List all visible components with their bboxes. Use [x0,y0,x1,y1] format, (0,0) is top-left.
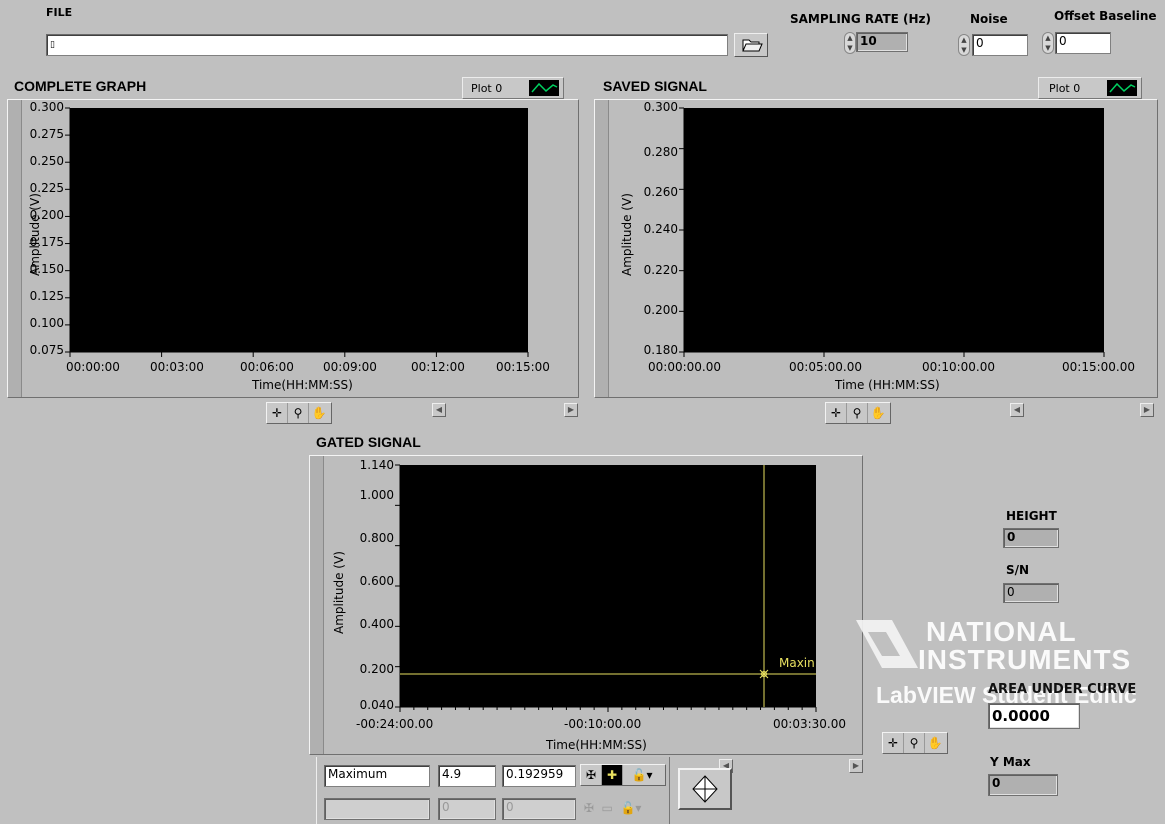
cursor2-x-input: 0 [438,798,496,820]
cursor-y-input[interactable]: 0.192959 [502,765,576,787]
height-value: 0 [1003,528,1059,548]
gated-signal-y-label: Amplitude (V) [332,551,346,634]
watermark-instruments: INSTRUMENTS [918,644,1132,675]
cursor-x-input[interactable]: 4.9 [438,765,496,787]
y-tick: 1.000 [359,488,394,502]
sn-label: S/N [1006,563,1030,577]
pan-hand-icon[interactable]: ✋ [925,733,945,753]
y-tick: 0.040 [359,698,394,712]
cursor-style-icon[interactable]: ✚ [602,765,623,785]
gated-signal-x-label: Time(HH:MM:SS) [546,738,647,752]
cursor-marker-icon [759,669,769,679]
cursor-move-icon[interactable]: ✛ [883,733,904,753]
lock-icon[interactable]: 🔓▾ [623,765,661,785]
y-tick: 0.600 [359,574,394,588]
x-tick: -00:10:00.00 [564,717,642,731]
cursor-move-icon[interactable]: ✠ [581,765,602,785]
gated-signal-palette[interactable]: ✛ ⚲ ✋ [882,732,948,754]
cursor2-y-input: 0 [502,798,576,820]
y-tick: 1.140 [359,458,394,472]
cursor2-controls: ✠ ▭ 🔓▾ [580,801,642,815]
y-max-label: Y Max [990,755,1031,769]
sn-value: 0 [1003,583,1059,603]
y-tick: 0.800 [359,531,394,545]
cursor-move-button[interactable] [678,768,732,810]
gated-signal-cursor[interactable] [400,465,816,707]
y-tick: 0.200 [359,662,394,676]
area-under-curve-value: 0.0000 [988,703,1080,729]
diamond-arrows-icon [692,775,718,803]
y-tick: 0.400 [359,617,394,631]
y-max-value: 0 [988,774,1058,796]
ni-logo-icon [852,612,922,681]
scroll-right-button[interactable]: ▶ [849,759,863,773]
cursor-controls[interactable]: ✠ ✚ 🔓▾ [580,764,666,786]
x-tick: -00:24:00.00 [356,717,434,731]
height-label: HEIGHT [1006,509,1057,523]
cursor-label: Maxin [779,656,815,670]
area-under-curve-label: AREA UNDER CURVE [988,682,1137,697]
cursor-name-input[interactable]: Maximum [324,765,430,787]
cursor2-name-input [324,798,430,820]
x-tick: 00:03:30.00 [773,717,846,731]
zoom-icon[interactable]: ⚲ [904,733,925,753]
